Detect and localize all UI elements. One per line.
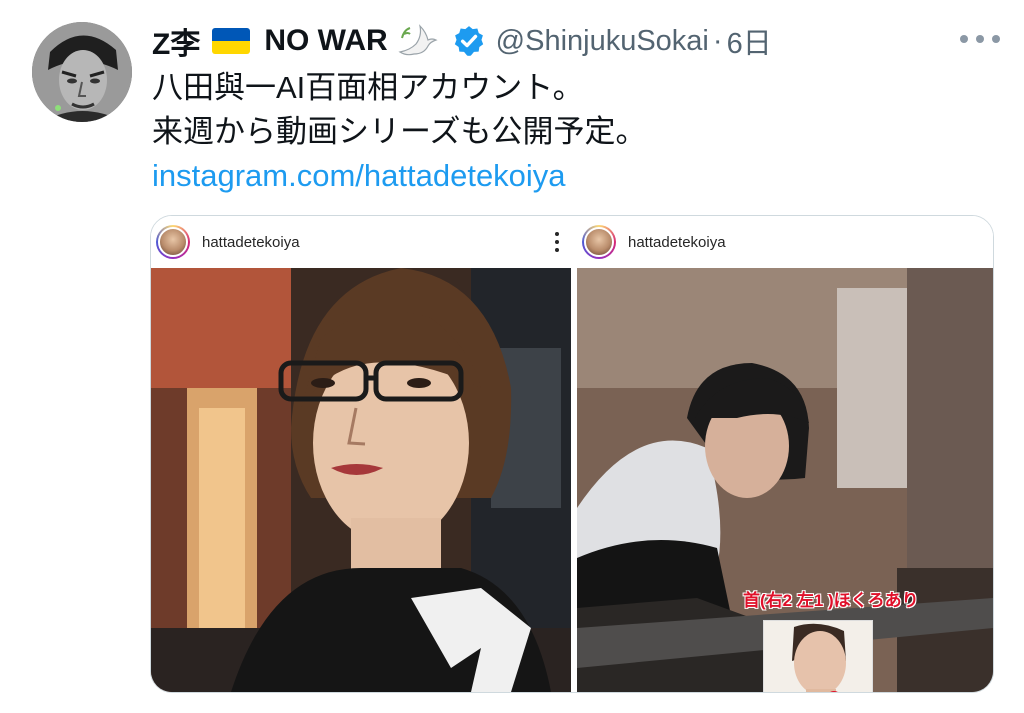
instagram-more-icon <box>555 232 559 252</box>
tweet-text-line-1: 八田與一AI百面相アカウント。 <box>152 70 584 105</box>
tweet-header: Z李 NO WAR @ShinjukuSokai · 6日 <box>152 18 1000 64</box>
media-grid[interactable]: hattadetekoiya hattadetekoiya 首(右2 左1)ほ… <box>150 215 994 693</box>
closeup-inset-image <box>763 620 873 692</box>
media-image-right[interactable]: hattadetekoiya 首(右2 左1 )ほくろあり <box>577 216 993 692</box>
tweet-timestamp[interactable]: 6日 <box>727 20 772 62</box>
display-name[interactable]: Z李 <box>152 19 200 63</box>
more-icon[interactable] <box>960 34 1000 44</box>
tweet-text-line-2: 来週から動画シリーズも公開予定。 <box>152 114 647 149</box>
profile-avatar-drawing <box>32 22 132 122</box>
user-handle[interactable]: @ShinjukuSokai <box>496 25 709 58</box>
portrait-photo-right: 首(右2 左1 )ほくろあり <box>577 268 993 692</box>
ukraine-flag-icon <box>212 28 251 54</box>
dove-icon <box>398 24 438 56</box>
portrait-photo-left <box>151 268 571 692</box>
media-image-left[interactable]: hattadetekoiya <box>151 216 571 692</box>
separator: · <box>712 24 723 57</box>
verified-badge-icon[interactable] <box>452 24 486 58</box>
neck-mole-annotation: 首(右2 左1 )ほくろあり <box>743 591 919 610</box>
instagram-header-right: hattadetekoiya <box>577 216 993 268</box>
tweet-text: 八田與一AI百面相アカウント。 来週から動画シリーズも公開予定。 instagr… <box>152 66 994 198</box>
instagram-username: hattadetekoiya <box>202 233 300 251</box>
instagram-header-left: hattadetekoiya <box>151 216 571 268</box>
display-name-suffix[interactable]: NO WAR <box>264 24 387 58</box>
instagram-avatar <box>156 225 190 259</box>
instagram-username: hattadetekoiya <box>628 233 726 251</box>
instagram-link[interactable]: instagram.com/hattadetekoiya <box>152 154 994 198</box>
instagram-avatar <box>582 225 616 259</box>
profile-avatar[interactable] <box>32 22 132 122</box>
